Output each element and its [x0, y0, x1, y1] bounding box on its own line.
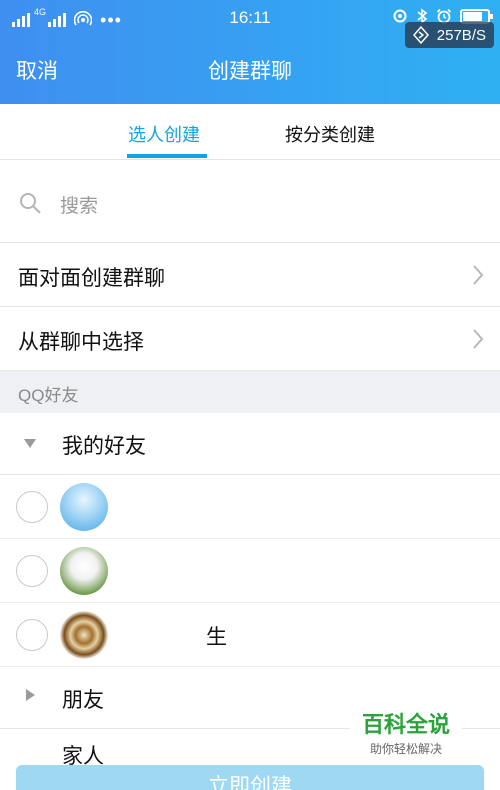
watermark-title: 百科全说	[361, 712, 450, 737]
group-label: 朋友	[62, 689, 104, 712]
net-speed-text: 257B/S	[436, 26, 486, 44]
section-label: QQ好友	[18, 386, 79, 405]
search-input[interactable]: 搜索	[60, 191, 98, 218]
tab-by-category[interactable]: 按分类创建	[285, 121, 375, 147]
chevron-right-icon	[473, 265, 484, 285]
speed-icon	[412, 26, 429, 44]
friend-name: 生	[206, 626, 227, 649]
section-header-qq-friends: QQ好友	[0, 371, 500, 413]
active-tab-indicator	[127, 154, 207, 158]
avatar	[60, 547, 108, 595]
page-title: 创建群聊	[208, 60, 292, 83]
group-my-friends[interactable]: 我的好友	[0, 413, 500, 475]
chevron-right-icon	[473, 329, 484, 349]
friend-row[interactable]: 生	[0, 603, 500, 667]
row-label: 从群聊中选择	[18, 331, 144, 354]
expand-arrow-icon	[24, 439, 36, 448]
avatar	[60, 611, 108, 659]
search-icon	[20, 193, 41, 214]
face-to-face-create-row[interactable]: 面对面创建群聊	[0, 243, 500, 307]
select-checkbox[interactable]	[16, 555, 48, 587]
watermark-subtitle: 助你轻松解决	[369, 742, 442, 756]
group-label: 我的好友	[62, 435, 146, 458]
select-checkbox[interactable]	[16, 491, 48, 523]
friend-row[interactable]	[0, 475, 500, 539]
select-from-groups-row[interactable]: 从群聊中选择	[0, 307, 500, 371]
search-bar[interactable]: 搜索	[0, 161, 500, 243]
watermark-logo: 百科全说 助你轻松解决	[350, 710, 462, 764]
status-bar: 4G ••• 16:11 257B/S	[0, 0, 500, 48]
friend-row[interactable]	[0, 539, 500, 603]
create-now-button[interactable]: 立即创建	[16, 765, 484, 790]
header-bar: 4G ••• 16:11 257B/S 取消 创建群聊	[0, 0, 500, 104]
tab-bar: 选人创建 按分类创建	[0, 104, 500, 160]
net-speed-badge: 257B/S	[404, 22, 494, 48]
avatar	[60, 483, 108, 531]
select-checkbox[interactable]	[16, 619, 48, 651]
row-label: 面对面创建群聊	[18, 267, 165, 290]
tab-select-people[interactable]: 选人创建	[128, 121, 200, 147]
location-icon	[393, 9, 407, 23]
collapse-arrow-icon	[26, 689, 35, 701]
